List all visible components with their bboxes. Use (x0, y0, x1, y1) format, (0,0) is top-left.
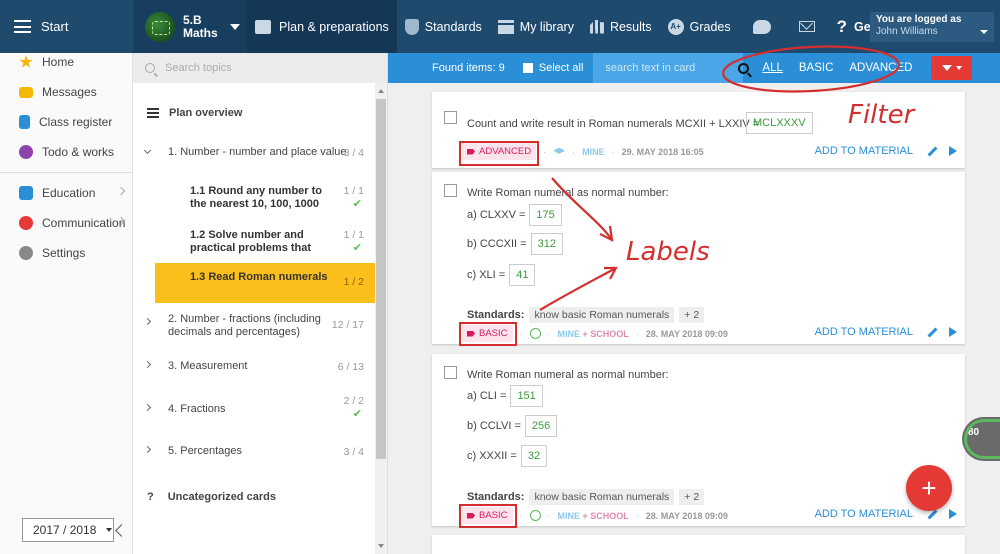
labels-annotation: Labels (626, 237, 710, 267)
add-card-button[interactable]: + (906, 465, 952, 511)
arrow-to-label-top (551, 177, 613, 241)
filter-annotation: Filter (848, 100, 915, 130)
annotation-drawing (539, 45, 900, 311)
progress-badge[interactable]: 80 (962, 417, 1000, 461)
progress-ring (964, 419, 1000, 459)
filter-ellipse (722, 45, 900, 93)
arrow-from-labels (539, 267, 617, 311)
